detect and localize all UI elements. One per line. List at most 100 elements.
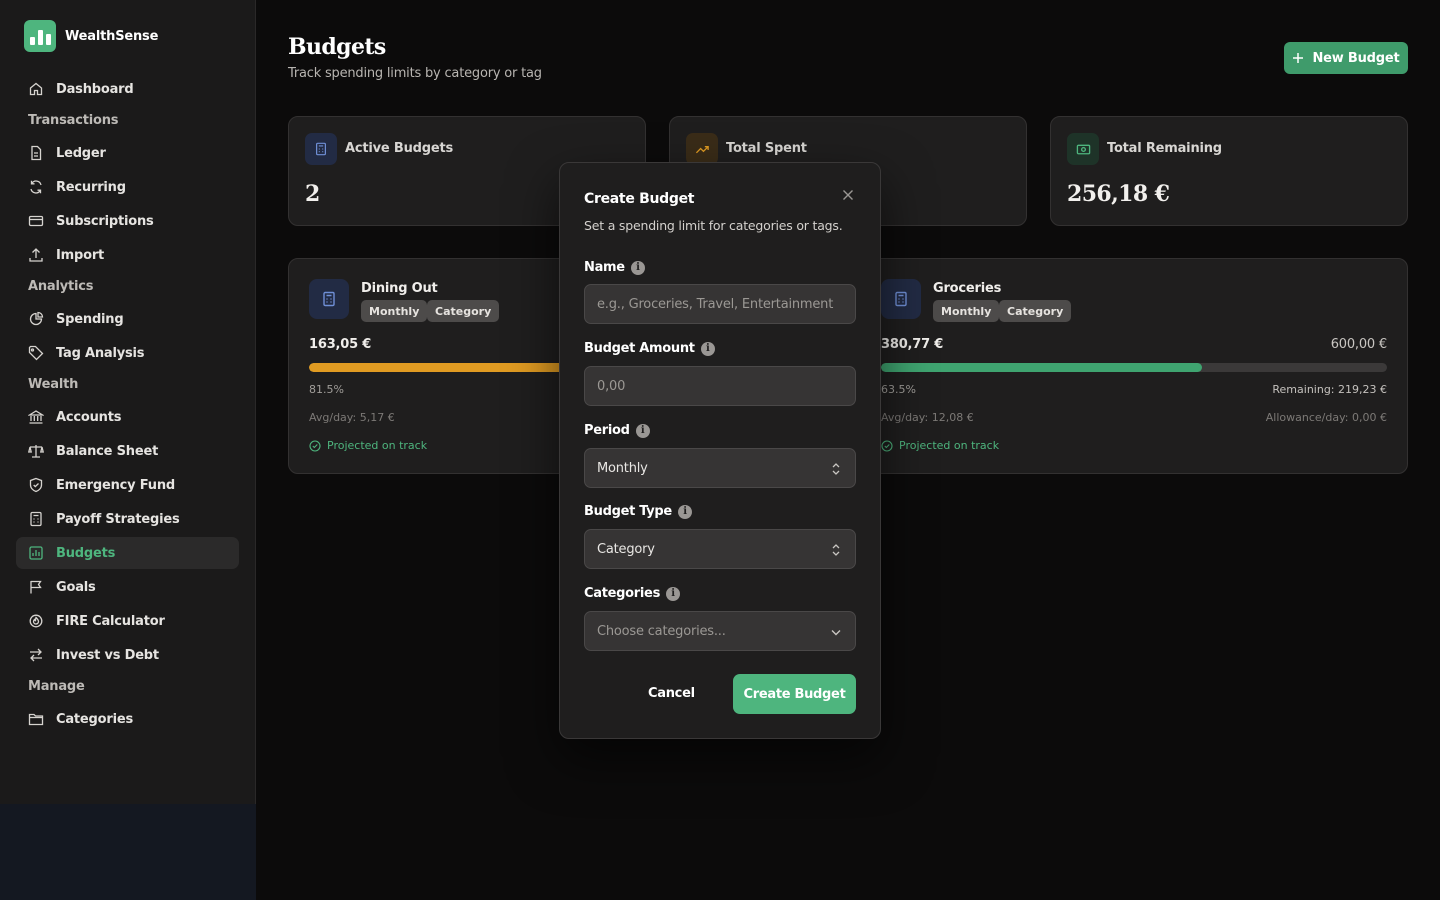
calculator-icon xyxy=(30,511,42,527)
repeat-icon xyxy=(30,180,42,194)
field-label: Categories xyxy=(584,586,661,601)
create-budget-button[interactable]: Create Budget xyxy=(733,674,856,714)
projection-text: Projected on track xyxy=(327,439,428,452)
budget-amount-input[interactable]: 0,00 xyxy=(584,366,856,406)
type-badge: Category xyxy=(999,300,1072,322)
check-circle-icon xyxy=(881,439,893,452)
sidebar-item-spending[interactable]: Spending xyxy=(16,303,239,335)
budget-type-select[interactable]: Category xyxy=(584,529,856,569)
chevron-up-down-icon xyxy=(832,544,840,556)
calculator-icon xyxy=(305,133,337,165)
swap-arrows-icon xyxy=(30,648,42,662)
budget-name: Groceries xyxy=(933,281,1002,296)
cancel-button[interactable]: Cancel xyxy=(648,686,695,701)
sidebar-item-label: Emergency Fund xyxy=(56,477,175,493)
sidebar-item-budgets[interactable]: Budgets xyxy=(16,537,239,569)
budget-remaining: Remaining: 219,23 € xyxy=(1272,383,1387,396)
stat-value: 256,18 € xyxy=(1067,181,1170,207)
sidebar-item-fire-calculator[interactable]: FIRE Calculator xyxy=(16,605,239,637)
budget-spent: 163,05 € xyxy=(309,337,372,352)
page-subtitle: Track spending limits by category or tag xyxy=(288,66,542,81)
cash-icon xyxy=(1067,133,1099,165)
budget-type-value: Category xyxy=(597,541,655,557)
nav-section-transactions: Transactions xyxy=(28,113,119,128)
sidebar-item-label: Tag Analysis xyxy=(56,345,145,361)
brand[interactable]: WealthSense xyxy=(24,20,158,52)
sidebar-item-label: Budgets xyxy=(56,545,116,561)
budget-card-groceries[interactable]: Groceries Monthly Category 380,77 € 600,… xyxy=(860,258,1408,474)
field-label: Budget Type xyxy=(584,504,672,519)
sidebar-item-categories[interactable]: Categories xyxy=(16,703,239,735)
sidebar-item-label: Categories xyxy=(56,711,134,727)
pie-chart-icon xyxy=(29,311,44,326)
sidebar-item-payoff-strategies[interactable]: Payoff Strategies xyxy=(16,503,239,535)
budget-avg-per-day: Avg/day: 12,08 € xyxy=(881,411,974,424)
period-badge: Monthly xyxy=(361,300,428,322)
sidebar-item-label: Balance Sheet xyxy=(56,443,159,459)
chart-box-icon xyxy=(29,546,43,560)
plus-icon xyxy=(1293,53,1304,63)
bar-chart-logo-icon xyxy=(24,20,56,52)
new-budget-button[interactable]: New Budget xyxy=(1284,42,1408,74)
sidebar-item-subscriptions[interactable]: Subscriptions xyxy=(16,205,239,237)
sidebar-item-label: Spending xyxy=(56,311,124,327)
info-icon[interactable]: i xyxy=(677,504,692,519)
sidebar-item-label: Invest vs Debt xyxy=(56,647,159,663)
stat-label: Total Spent xyxy=(726,141,807,156)
sidebar-item-import[interactable]: Import xyxy=(16,239,239,271)
sidebar-item-label: Dashboard xyxy=(56,81,134,97)
sidebar-item-emergency-fund[interactable]: Emergency Fund xyxy=(16,469,239,501)
budget-name: Dining Out xyxy=(361,281,438,296)
sidebar-item-recurring[interactable]: Recurring xyxy=(16,171,239,203)
name-label: Name i xyxy=(584,260,645,275)
credit-card-icon xyxy=(28,215,44,227)
sidebar-item-dashboard[interactable]: Dashboard xyxy=(16,73,239,105)
sidebar-item-label: Subscriptions xyxy=(56,213,154,229)
budget-projection: Projected on track xyxy=(881,439,999,452)
create-budget-dialog: Create Budget Set a spending limit for c… xyxy=(559,162,881,739)
period-select[interactable]: Monthly xyxy=(584,448,856,488)
info-icon[interactable]: i xyxy=(635,423,650,438)
field-label: Budget Amount xyxy=(584,341,695,356)
budget-avg-per-day: Avg/day: 5,17 € xyxy=(309,411,395,424)
sidebar-item-label: Payoff Strategies xyxy=(56,511,180,527)
calculator-icon xyxy=(881,279,921,319)
dialog-description: Set a spending limit for categories or t… xyxy=(584,218,843,233)
nav-section-analytics: Analytics xyxy=(28,279,94,294)
shield-icon xyxy=(29,477,43,493)
budget-limit: 600,00 € xyxy=(1330,337,1387,352)
budget-projection: Projected on track xyxy=(309,439,427,452)
type-badge: Category xyxy=(427,300,500,322)
sidebar-item-balance-sheet[interactable]: Balance Sheet xyxy=(16,435,239,467)
budget-amount-label: Budget Amount i xyxy=(584,341,715,356)
sidebar-item-label: Ledger xyxy=(56,145,106,161)
budget-allowance: Allowance/day: 0,00 € xyxy=(1265,411,1387,424)
sidebar-item-accounts[interactable]: Accounts xyxy=(16,401,239,433)
tag-icon xyxy=(28,345,44,361)
name-input[interactable]: e.g., Groceries, Travel, Entertainment xyxy=(584,284,856,324)
budget-progress-track xyxy=(881,363,1387,372)
close-icon[interactable] xyxy=(840,187,856,203)
info-icon[interactable]: i xyxy=(666,586,681,601)
chevron-down-icon xyxy=(831,630,841,636)
info-icon[interactable]: i xyxy=(700,341,715,356)
period-badge: Monthly xyxy=(933,300,1000,322)
sidebar-item-goals[interactable]: Goals xyxy=(16,571,239,603)
stat-card-total-remaining: Total Remaining 256,18 € xyxy=(1050,116,1408,226)
folder-icon xyxy=(28,713,44,726)
categories-select[interactable]: Choose categories... xyxy=(584,611,856,651)
sidebar-item-tag-analysis[interactable]: Tag Analysis xyxy=(16,337,239,369)
nav-section-wealth: Wealth xyxy=(28,377,79,392)
sidebar: WealthSense Dashboard Transactions Ledge… xyxy=(0,0,256,900)
sidebar-item-invest-vs-debt[interactable]: Invest vs Debt xyxy=(16,639,239,671)
trending-up-icon xyxy=(686,133,718,165)
chevron-up-down-icon xyxy=(832,463,840,475)
stat-value: 2 xyxy=(305,181,320,207)
sidebar-item-ledger[interactable]: Ledger xyxy=(16,137,239,169)
field-label: Period xyxy=(584,423,630,438)
info-icon[interactable]: i xyxy=(630,260,645,275)
budget-percent: 63.5% xyxy=(881,383,916,396)
file-icon xyxy=(31,145,42,161)
home-icon xyxy=(29,82,43,96)
projection-text: Projected on track xyxy=(899,439,1000,452)
